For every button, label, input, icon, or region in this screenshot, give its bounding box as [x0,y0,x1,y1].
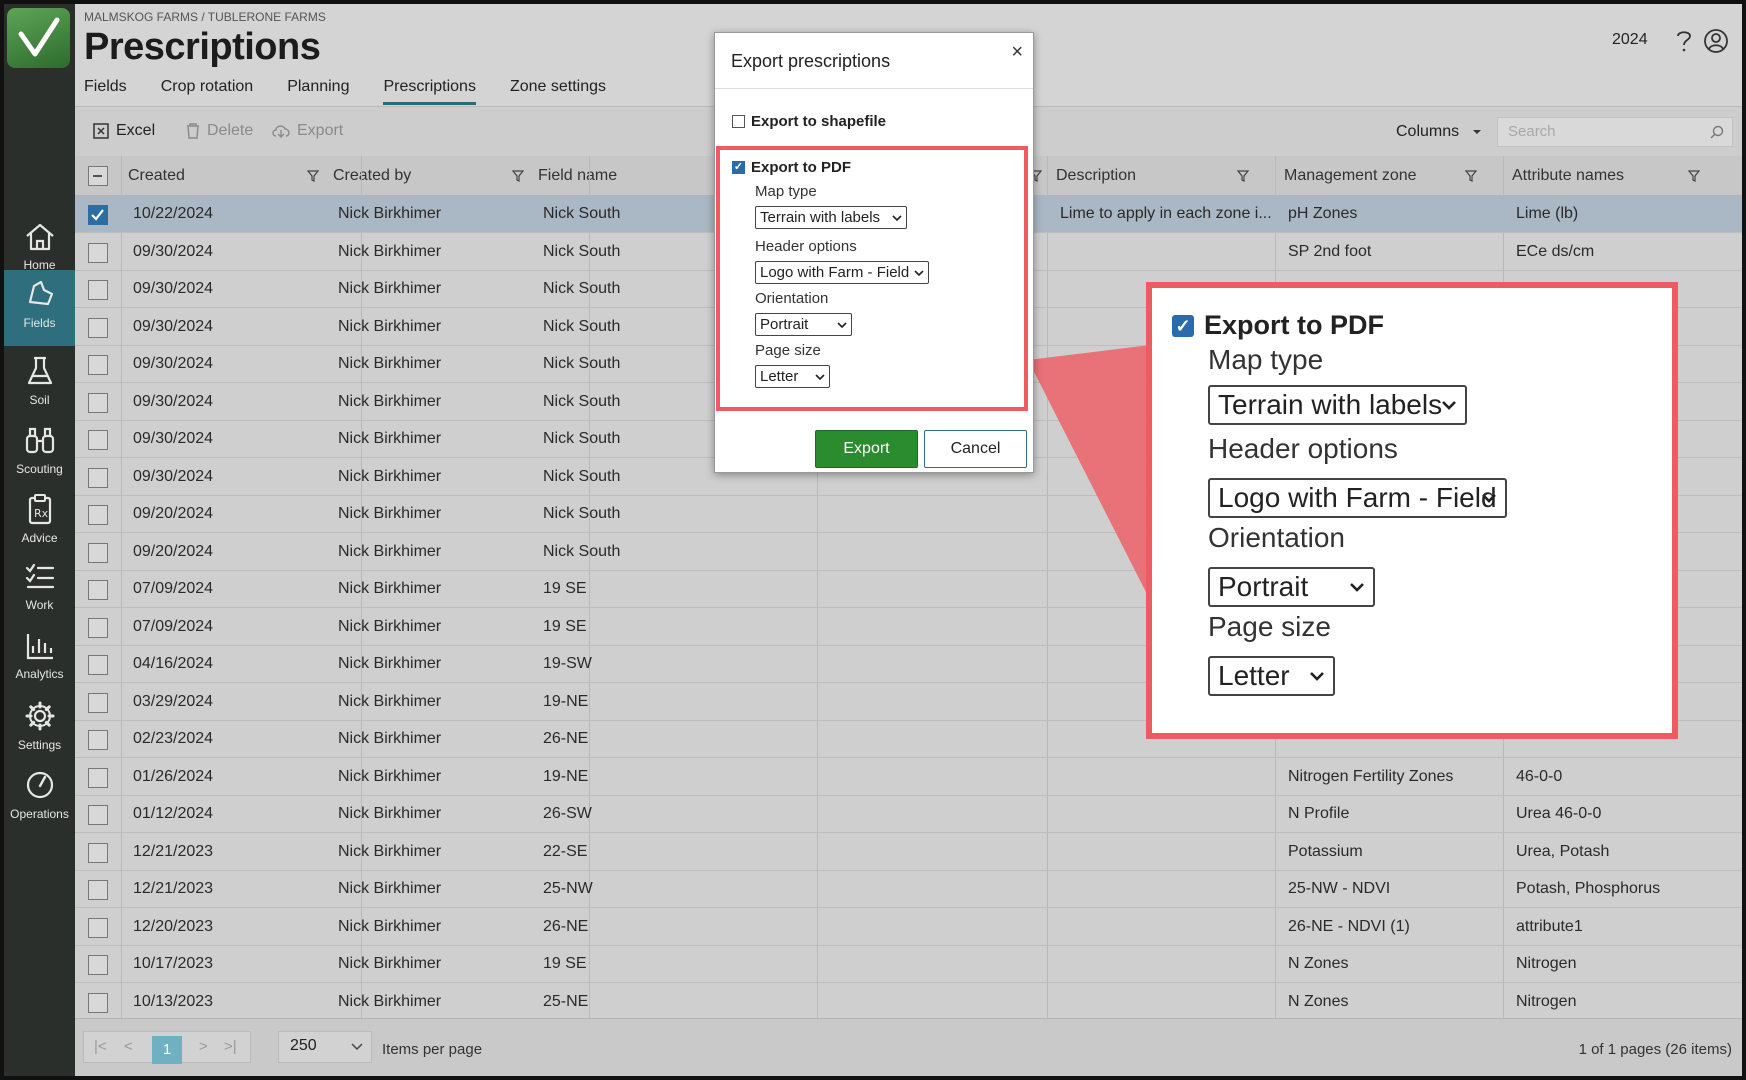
zoom-page-size-value: Letter [1218,660,1290,691]
zoom-map-type-label: Map type [1208,344,1324,375]
divider [715,88,1033,89]
close-icon[interactable]: × [1011,41,1023,64]
export-button[interactable]: Export [815,430,918,468]
export-shapefile-checkbox[interactable]: Export to shapefile [732,113,886,130]
chevron-down-icon [1350,583,1364,592]
zoom-callout: ✓ Export to PDF Map type Terrain with la… [1146,282,1678,739]
zoom-orientation-value: Portrait [1218,571,1309,602]
dialog-title: Export prescriptions [731,51,891,71]
zoom-header-options-select: Logo with Farm - Field [1208,478,1507,518]
export-shapefile-label: Export to shapefile [751,113,887,130]
zoom-map-type-value: Terrain with labels [1218,389,1443,420]
chevron-down-icon [1310,672,1324,681]
zoom-export-pdf-checkbox: ✓ Export to PDF [1172,310,1384,341]
cancel-button[interactable]: Cancel [924,430,1027,468]
checkmark-icon: ✓ [1172,314,1194,337]
highlight-box [716,146,1028,411]
checkbox-box [732,115,745,128]
zoom-map-type-select: Terrain with labels [1208,385,1467,425]
zoom-page-size-select: Letter [1208,656,1335,696]
zoom-header-options-label: Header options [1208,433,1398,464]
zoom-page-size-label: Page size [1208,611,1331,642]
zoom-header-options-value: Logo with Farm - Field [1218,482,1497,513]
zoom-orientation-label: Orientation [1208,522,1345,553]
chevron-down-icon [1442,401,1456,410]
zoom-orientation-select: Portrait [1208,567,1375,607]
zoom-export-pdf-label: Export to PDF [1204,310,1384,340]
chevron-down-icon [1482,494,1496,503]
